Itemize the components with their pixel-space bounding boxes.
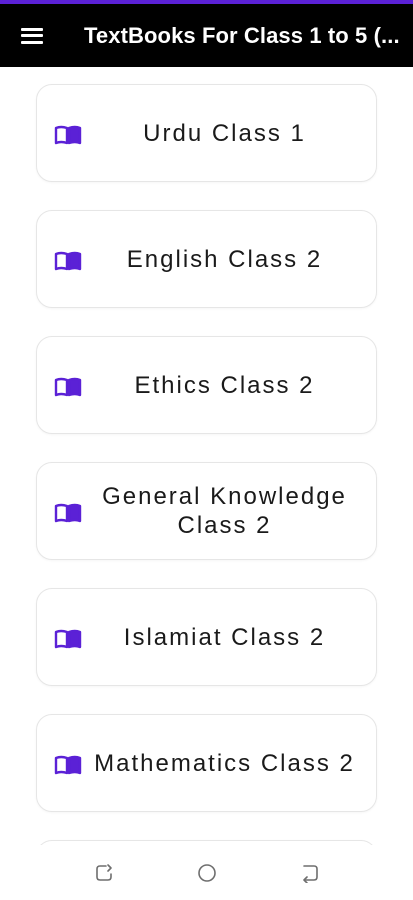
app-title: TextBooks For Class 1 to 5 (... [84,22,400,48]
back-button[interactable] [290,857,330,889]
book-title: English Class 2 [126,245,323,273]
book-card-urdu-class-1[interactable]: Urdu Class 1 [36,84,377,182]
book-title: Islamiat Class 2 [123,623,326,651]
book-list[interactable]: Urdu Class 1 English Class 2 Ethics Clas… [0,67,413,845]
recents-button[interactable] [84,857,124,889]
system-navigation-bar [0,845,413,900]
open-book-icon [54,755,82,775]
app-bar: TextBooks For Class 1 to 5 (... [0,4,413,67]
book-card-islamiat-class-2[interactable]: Islamiat Class 2 [36,588,377,686]
book-title: Mathematics Class 2 [94,749,355,777]
open-book-icon [54,125,82,145]
open-book-icon [54,251,82,271]
back-icon [303,865,318,883]
open-book-icon [54,629,82,649]
menu-button[interactable] [0,4,64,67]
app-screen: TextBooks For Class 1 to 5 (... Urdu Cla… [0,0,413,900]
book-card-mathematics-class-2[interactable]: Mathematics Class 2 [36,714,377,812]
book-card-english-class-2[interactable]: English Class 2 [36,210,377,308]
hamburger-menu-icon [21,27,43,44]
book-title: Urdu Class 1 [143,119,306,147]
open-book-icon [54,377,82,397]
open-book-icon [54,503,82,523]
home-button[interactable] [187,857,227,889]
book-title: General Knowledge Class 2 [102,483,347,539]
book-card-general-knowledge-class-2[interactable]: General Knowledge Class 2 [36,462,377,560]
home-icon [198,864,216,882]
book-card-ethics-class-2[interactable]: Ethics Class 2 [36,336,377,434]
recents-icon [96,864,112,881]
book-title: Ethics Class 2 [134,371,315,399]
